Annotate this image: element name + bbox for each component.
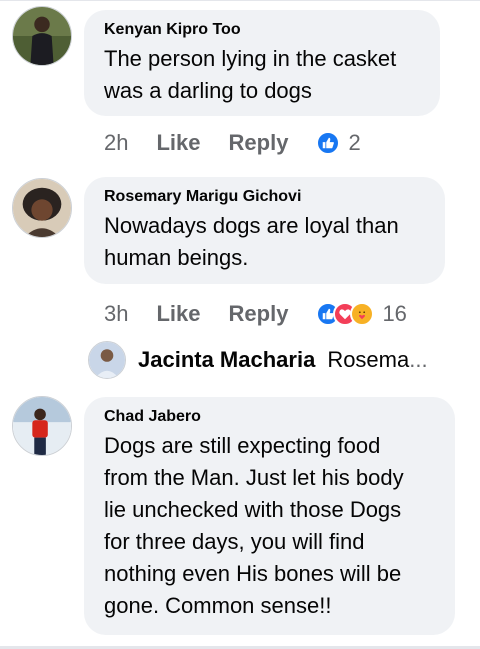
avatar-rosemary-marigu-gichovi[interactable]	[12, 178, 72, 238]
comment-bubble: Rosemary Marigu Gichovi Nowadays dogs ar…	[84, 177, 445, 284]
comment-bubble: Kenyan Kipro Too The person lying in the…	[84, 10, 440, 116]
reply-button[interactable]: Reply	[229, 130, 289, 156]
comment-text-line: The person lying in the casket	[104, 46, 397, 71]
avatar-photo	[13, 179, 71, 237]
care-reaction-icon	[350, 302, 375, 326]
comment-text-line: nothing even His bones will be	[104, 561, 402, 586]
avatar-chad-jabero[interactable]	[12, 396, 72, 456]
reactions-summary[interactable]	[316, 131, 341, 155]
comment-text-line: was a darling to dogs	[104, 78, 312, 103]
avatar-kenyan-kipro-too[interactable]	[12, 6, 72, 66]
comment-text-line: lie unchecked with those Dogs	[104, 497, 402, 522]
like-button[interactable]: Like	[156, 130, 200, 156]
reaction-count: 2	[348, 130, 361, 155]
comment-text-line: for three days, you will find	[104, 529, 365, 554]
reply-preview-text: Rosema	[327, 347, 410, 372]
top-divider	[0, 0, 480, 1]
avatar-photo	[13, 397, 71, 455]
comment-time[interactable]: 3h	[104, 301, 128, 327]
comment-time[interactable]: 2h	[104, 130, 128, 156]
comment-text-line: from the Man. Just let his body	[104, 465, 404, 490]
avatar-jacinta-macharia[interactable]	[88, 341, 126, 379]
avatar-photo	[13, 7, 71, 65]
like-reaction-icon	[316, 131, 341, 155]
comment-text-line: gone. Common sense!!	[104, 593, 332, 618]
comment-author[interactable]: Kenyan Kipro Too	[104, 20, 420, 40]
comment-author[interactable]: Chad Jabero	[104, 407, 435, 427]
comment-text-line: human beings.	[104, 245, 249, 270]
comment-text-line: Dogs are still expecting food	[104, 433, 381, 458]
reply-preview-row[interactable]: Jacinta Macharia Rosema ...	[88, 338, 428, 382]
comment-actions: 2h Like Reply 2	[104, 128, 361, 158]
like-button[interactable]: Like	[156, 301, 200, 327]
reply-button[interactable]: Reply	[229, 301, 289, 327]
comment-author[interactable]: Rosemary Marigu Gichovi	[104, 187, 425, 207]
comment-text-line: Nowadays dogs are loyal than	[104, 213, 399, 238]
reply-author[interactable]: Jacinta Macharia	[138, 347, 315, 373]
comment-bubble: Chad Jabero Dogs are still expecting foo…	[84, 397, 455, 635]
reply-ellipsis: ...	[409, 347, 428, 372]
reaction-count: 16	[382, 301, 407, 326]
avatar-photo	[89, 342, 125, 378]
reactions-summary[interactable]	[316, 302, 375, 326]
comment-actions: 3h Like Reply 16	[104, 299, 407, 329]
